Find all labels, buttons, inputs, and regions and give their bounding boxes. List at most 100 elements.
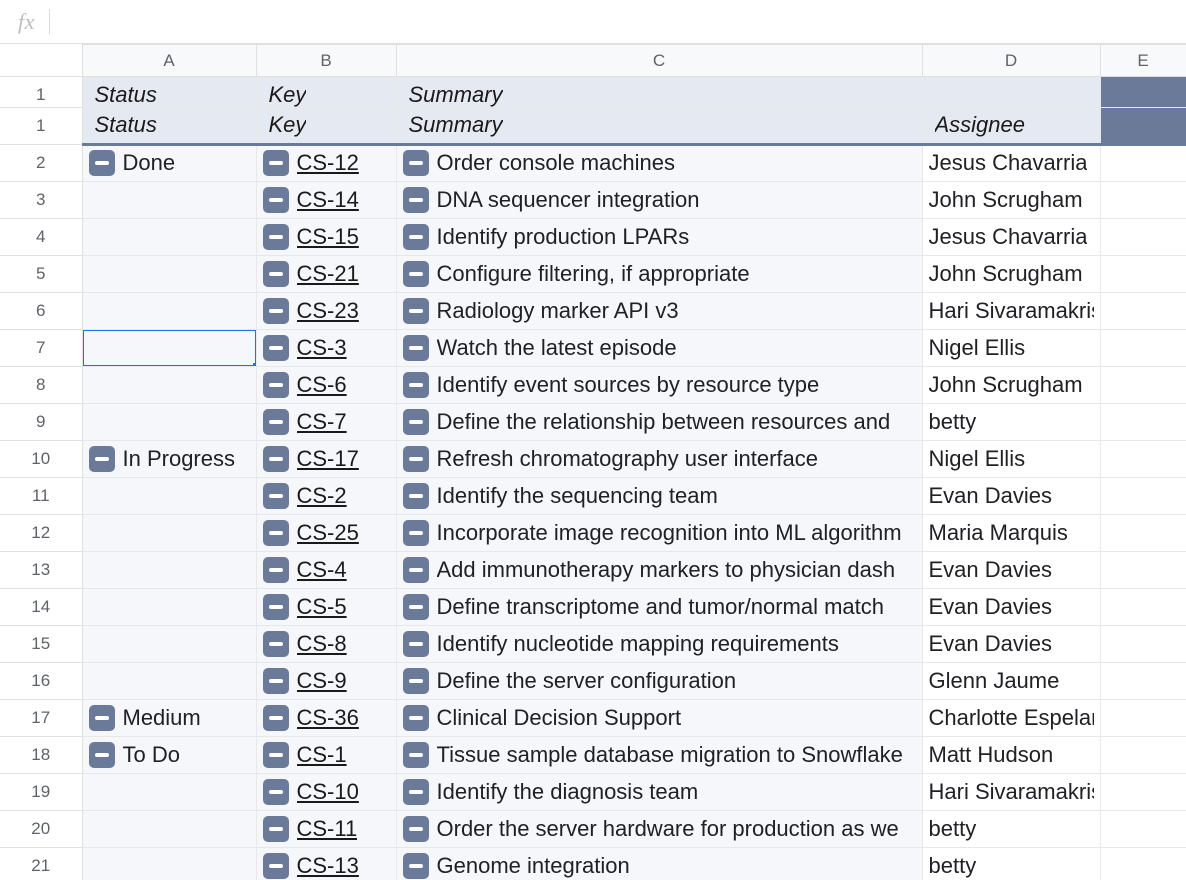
cell-empty[interactable]: [1100, 773, 1186, 810]
cell-key[interactable]: CS-10: [256, 773, 396, 810]
grid[interactable]: A B C D E 1 Status Key Summary Assignee: [0, 44, 1186, 880]
smart-chip-icon[interactable]: [263, 816, 289, 842]
cell-empty[interactable]: [1100, 810, 1186, 847]
cell-assignee[interactable]: Evan Davies: [922, 588, 1100, 625]
smart-chip-icon[interactable]: [263, 483, 289, 509]
cell-summary[interactable]: Define transcriptome and tumor/normal ma…: [396, 588, 922, 625]
cell-key[interactable]: CS-25: [256, 514, 396, 551]
smart-chip-icon[interactable]: [263, 335, 289, 361]
cell-status[interactable]: [82, 551, 256, 588]
cell-assignee[interactable]: John Scrugham: [922, 255, 1100, 292]
cell-summary[interactable]: Order the server hardware for production…: [396, 810, 922, 847]
row-number[interactable]: 15: [0, 625, 82, 662]
cell-empty[interactable]: [1100, 625, 1186, 662]
cell-key[interactable]: CS-15: [256, 218, 396, 255]
cell-empty[interactable]: [1100, 144, 1186, 181]
key-link[interactable]: CS-15: [297, 224, 359, 250]
cell-empty[interactable]: [1100, 181, 1186, 218]
smart-chip-icon[interactable]: [263, 557, 289, 583]
key-link[interactable]: CS-12: [297, 150, 359, 176]
cell-summary[interactable]: Incorporate image recognition into ML al…: [396, 514, 922, 551]
cell-key[interactable]: CS-9: [256, 662, 396, 699]
row-number[interactable]: 7: [0, 329, 82, 366]
key-link[interactable]: CS-9: [297, 668, 347, 694]
smart-chip-icon[interactable]: [403, 742, 429, 768]
smart-chip-icon[interactable]: [263, 668, 289, 694]
key-link[interactable]: CS-36: [297, 705, 359, 731]
cell-assignee[interactable]: betty: [922, 810, 1100, 847]
row-number[interactable]: 9: [0, 403, 82, 440]
smart-chip-icon[interactable]: [403, 631, 429, 657]
row-number[interactable]: 20: [0, 810, 82, 847]
cell-key[interactable]: CS-12: [256, 144, 396, 181]
key-link[interactable]: CS-8: [297, 631, 347, 657]
smart-chip-icon[interactable]: [263, 261, 289, 287]
row-number[interactable]: 1: [0, 107, 82, 144]
cell-assignee[interactable]: betty: [922, 847, 1100, 880]
cell-key[interactable]: CS-11: [256, 810, 396, 847]
cell-status[interactable]: Done: [82, 144, 256, 181]
cell-summary[interactable]: Identify event sources by resource type: [396, 366, 922, 403]
cell-status[interactable]: [82, 181, 256, 218]
row-number[interactable]: 12: [0, 514, 82, 551]
cell-key[interactable]: CS-3: [256, 329, 396, 366]
cell-summary[interactable]: Watch the latest episode: [396, 329, 922, 366]
smart-chip-icon[interactable]: [403, 335, 429, 361]
key-link[interactable]: CS-21: [297, 261, 359, 287]
row-number[interactable]: 13: [0, 551, 82, 588]
cell-key[interactable]: CS-23: [256, 292, 396, 329]
cell-summary[interactable]: Identify the diagnosis team: [396, 773, 922, 810]
cell-summary[interactable]: Genome integration: [396, 847, 922, 880]
cell-assignee-header[interactable]: Assignee: [922, 107, 1100, 144]
cell-assignee[interactable]: Glenn Jaume: [922, 662, 1100, 699]
cell-empty[interactable]: [1100, 662, 1186, 699]
key-link[interactable]: CS-10: [297, 779, 359, 805]
cell-summary[interactable]: Identify nucleotide mapping requirements: [396, 625, 922, 662]
cell-status[interactable]: [82, 255, 256, 292]
cell-key-header[interactable]: Key: [256, 107, 396, 144]
key-link[interactable]: CS-2: [297, 483, 347, 509]
cell-key[interactable]: CS-36: [256, 699, 396, 736]
smart-chip-icon[interactable]: [403, 483, 429, 509]
cell-status[interactable]: [82, 403, 256, 440]
cell-assignee[interactable]: Maria Marquis: [922, 514, 1100, 551]
cell-summary[interactable]: Define the relationship between resource…: [396, 403, 922, 440]
cell-status[interactable]: In Progress: [82, 440, 256, 477]
smart-chip-icon[interactable]: [403, 779, 429, 805]
cell-status[interactable]: [82, 514, 256, 551]
smart-chip-icon[interactable]: [403, 224, 429, 250]
cell-key[interactable]: CS-7: [256, 403, 396, 440]
cell-status-header[interactable]: Status: [82, 107, 256, 144]
cell-summary[interactable]: Add immunotherapy markers to physician d…: [396, 551, 922, 588]
row-number[interactable]: 8: [0, 366, 82, 403]
cell-key[interactable]: CS-13: [256, 847, 396, 880]
cell-assignee[interactable]: Nigel Ellis: [922, 440, 1100, 477]
cell-assignee[interactable]: Jesus Chavarria: [922, 144, 1100, 181]
col-header-e[interactable]: E: [1100, 45, 1186, 77]
select-all-corner[interactable]: [0, 45, 82, 77]
key-link[interactable]: CS-5: [297, 594, 347, 620]
smart-chip-icon[interactable]: [403, 187, 429, 213]
smart-chip-icon[interactable]: [403, 853, 429, 879]
key-link[interactable]: CS-4: [297, 557, 347, 583]
smart-chip-icon[interactable]: [263, 853, 289, 879]
smart-chip-icon[interactable]: [263, 372, 289, 398]
cell-e-header[interactable]: [1100, 107, 1186, 144]
cell-status[interactable]: [82, 588, 256, 625]
key-link[interactable]: CS-11: [297, 816, 358, 842]
cell-status[interactable]: [82, 218, 256, 255]
smart-chip-icon[interactable]: [403, 816, 429, 842]
cell-empty[interactable]: [1100, 366, 1186, 403]
cell-key[interactable]: CS-4: [256, 551, 396, 588]
row-number[interactable]: 16: [0, 662, 82, 699]
key-link[interactable]: CS-3: [297, 335, 347, 361]
cell-summary[interactable]: Define the server configuration: [396, 662, 922, 699]
cell-assignee[interactable]: Hari Sivaramakrishnan: [922, 773, 1100, 810]
cell-empty[interactable]: [1100, 403, 1186, 440]
col-header-a[interactable]: A: [82, 45, 256, 77]
cell-key[interactable]: CS-8: [256, 625, 396, 662]
cell-key[interactable]: CS-21: [256, 255, 396, 292]
smart-chip-icon[interactable]: [403, 261, 429, 287]
formula-input[interactable]: [64, 9, 1176, 35]
cell-key[interactable]: CS-17: [256, 440, 396, 477]
